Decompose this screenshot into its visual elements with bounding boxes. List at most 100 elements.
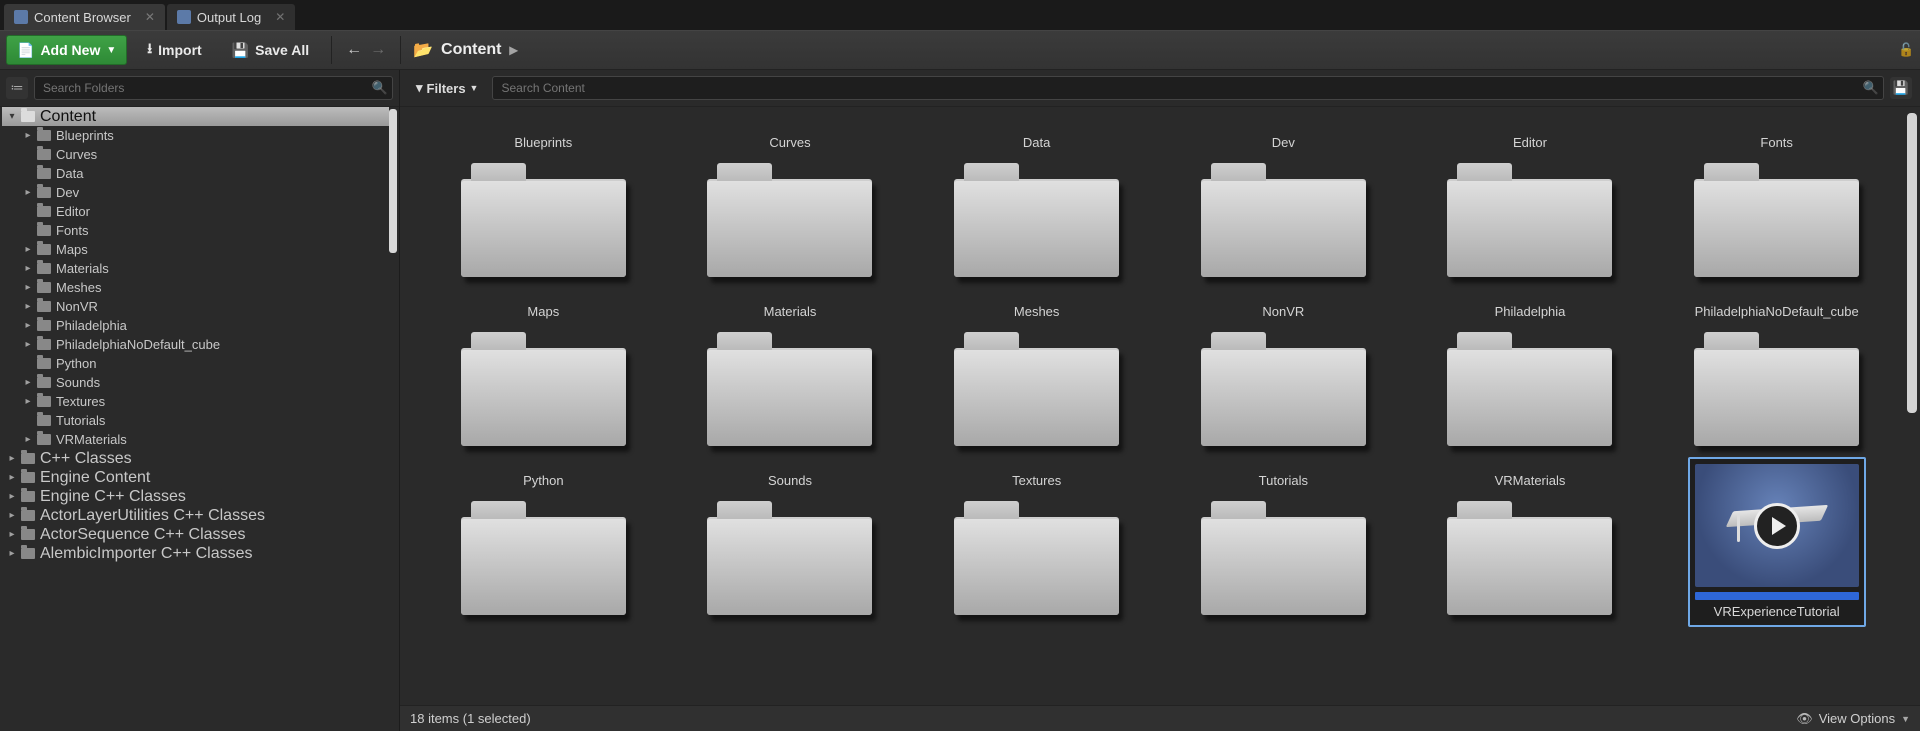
breadcrumb: 📂 Content ▸ bbox=[413, 40, 517, 60]
tree-item-label: Materials bbox=[56, 261, 109, 276]
folder-icon bbox=[37, 206, 51, 217]
tree-item-content[interactable]: ▾ Content bbox=[2, 107, 389, 126]
folder-tile-curves[interactable]: Curves bbox=[667, 113, 914, 282]
chevron-right-icon[interactable]: ▸ bbox=[22, 244, 34, 255]
folder-tile-fonts[interactable]: Fonts bbox=[1653, 113, 1900, 282]
close-icon[interactable]: ✕ bbox=[145, 10, 155, 24]
folder-tile-philadelphia[interactable]: Philadelphia bbox=[1407, 282, 1654, 451]
chevron-right-icon[interactable]: ▸ bbox=[6, 472, 18, 483]
tree-item-data[interactable]: Data bbox=[2, 164, 389, 183]
chevron-right-icon[interactable]: ▸ bbox=[22, 282, 34, 293]
tab-content-browser[interactable]: Content Browser ✕ bbox=[4, 4, 165, 30]
folder-tile-python[interactable]: Python bbox=[420, 451, 667, 629]
asset-type-strip bbox=[1695, 592, 1859, 600]
folder-icon bbox=[37, 434, 51, 445]
chevron-right-icon[interactable]: ▸ bbox=[6, 491, 18, 502]
chevron-right-icon[interactable]: ▸ bbox=[6, 548, 18, 559]
save-all-button[interactable]: 💾 Save All bbox=[222, 35, 319, 65]
search-content-input[interactable] bbox=[492, 76, 1884, 100]
folder-icon bbox=[21, 472, 35, 483]
toolbar: 📄 Add New ▼ ⭳ Import 💾 Save All ← → 📂 Co… bbox=[0, 30, 1920, 70]
tree-item-engine-c-classes[interactable]: ▸ Engine C++ Classes bbox=[2, 487, 389, 506]
tab-output-log[interactable]: Output Log ✕ bbox=[167, 4, 295, 30]
folder-tile-dev[interactable]: Dev bbox=[1160, 113, 1407, 282]
chevron-right-icon[interactable]: ▸ bbox=[22, 130, 34, 141]
tree-item-label: Textures bbox=[56, 394, 105, 409]
folder-tile-nonvr[interactable]: NonVR bbox=[1160, 282, 1407, 451]
chevron-right-icon[interactable]: ▸ bbox=[22, 263, 34, 274]
chevron-right-icon[interactable]: ▸ bbox=[6, 529, 18, 540]
tree-item-nonvr[interactable]: ▸ NonVR bbox=[2, 297, 389, 316]
folder-tile-data[interactable]: Data bbox=[913, 113, 1160, 282]
tree-item-sounds[interactable]: ▸ Sounds bbox=[2, 373, 389, 392]
folder-tile-blueprints[interactable]: Blueprints bbox=[420, 113, 667, 282]
add-new-button[interactable]: 📄 Add New ▼ bbox=[6, 35, 127, 65]
history-forward-button[interactable]: → bbox=[368, 40, 388, 60]
scrollbar-thumb[interactable] bbox=[389, 109, 397, 253]
chevron-right-icon[interactable]: ▸ bbox=[6, 453, 18, 464]
folder-tile-sounds[interactable]: Sounds bbox=[667, 451, 914, 629]
chevron-right-icon[interactable]: ▸ bbox=[22, 339, 34, 350]
folder-tile-materials[interactable]: Materials bbox=[667, 282, 914, 451]
tree-item-fonts[interactable]: Fonts bbox=[2, 221, 389, 240]
tile-label: Python bbox=[523, 457, 563, 489]
chevron-right-icon[interactable]: ▸ bbox=[22, 434, 34, 445]
tree-item-maps[interactable]: ▸ Maps bbox=[2, 240, 389, 259]
tree-item-materials[interactable]: ▸ Materials bbox=[2, 259, 389, 278]
chevron-down-icon[interactable]: ▾ bbox=[6, 111, 18, 122]
folder-tile-editor[interactable]: Editor bbox=[1407, 113, 1654, 282]
tree-item-philadelphianodefault-cube[interactable]: ▸ PhiladelphiaNoDefault_cube bbox=[2, 335, 389, 354]
asset-tile-vrexperiencetutorial[interactable]: VRExperienceTutorial bbox=[1653, 451, 1900, 629]
tree-item-label: Dev bbox=[56, 185, 79, 200]
chevron-right-icon[interactable]: ▸ bbox=[22, 377, 34, 388]
chevron-right-icon[interactable]: ▸ bbox=[6, 510, 18, 521]
tree-item-vrmaterials[interactable]: ▸ VRMaterials bbox=[2, 430, 389, 449]
filters-button[interactable]: ▾ Filters ▼ bbox=[408, 77, 486, 99]
tree-item-philadelphia[interactable]: ▸ Philadelphia bbox=[2, 316, 389, 335]
tree-item-alembicimporter-c-classes[interactable]: ▸ AlembicImporter C++ Classes bbox=[2, 544, 389, 563]
tree-item-dev[interactable]: ▸ Dev bbox=[2, 183, 389, 202]
tree-item-label: NonVR bbox=[56, 299, 98, 314]
tile-label: Curves bbox=[769, 119, 810, 151]
chevron-right-icon[interactable]: ▸ bbox=[22, 320, 34, 331]
scrollbar-thumb[interactable] bbox=[1907, 113, 1917, 413]
view-options-button[interactable]: 👁 View Options ▼ bbox=[1796, 711, 1910, 727]
chevron-right-icon[interactable]: ▸ bbox=[22, 301, 34, 312]
lock-icon[interactable]: 🔓 bbox=[1898, 42, 1914, 58]
tree-item-label: Tutorials bbox=[56, 413, 105, 428]
chevron-down-icon: ▼ bbox=[106, 45, 116, 56]
folder-tile-maps[interactable]: Maps bbox=[420, 282, 667, 451]
tree-item-python[interactable]: Python bbox=[2, 354, 389, 373]
search-folders-input[interactable] bbox=[34, 76, 393, 100]
tree-item-actorlayerutilities-c-classes[interactable]: ▸ ActorLayerUtilities C++ Classes bbox=[2, 506, 389, 525]
tree-item-textures[interactable]: ▸ Textures bbox=[2, 392, 389, 411]
folder-tile-tutorials[interactable]: Tutorials bbox=[1160, 451, 1407, 629]
tree-item-label: Maps bbox=[56, 242, 88, 257]
folder-tile-textures[interactable]: Textures bbox=[913, 451, 1160, 629]
folder-tile-meshes[interactable]: Meshes bbox=[913, 282, 1160, 451]
import-button[interactable]: ⭳ Import bbox=[137, 35, 211, 65]
close-icon[interactable]: ✕ bbox=[275, 10, 285, 24]
tree-item-label: Content bbox=[40, 108, 96, 126]
chevron-right-icon[interactable]: ▸ bbox=[509, 40, 517, 60]
folder-tile-vrmaterials[interactable]: VRMaterials bbox=[1407, 451, 1654, 629]
chevron-right-icon[interactable]: ▸ bbox=[22, 396, 34, 407]
sources-toggle-button[interactable]: ≔ bbox=[6, 77, 28, 99]
breadcrumb-root[interactable]: Content bbox=[441, 41, 501, 59]
folder-tile-philadelphianodefault-cube[interactable]: PhiladelphiaNoDefault_cube bbox=[1653, 282, 1900, 451]
tree-item-editor[interactable]: Editor bbox=[2, 202, 389, 221]
chevron-down-icon: ▼ bbox=[470, 83, 479, 93]
tile-label: Data bbox=[1023, 119, 1050, 151]
chevron-right-icon[interactable]: ▸ bbox=[22, 187, 34, 198]
save-search-button[interactable]: 💾 bbox=[1890, 77, 1912, 99]
tree-item-curves[interactable]: Curves bbox=[2, 145, 389, 164]
history-back-button[interactable]: ← bbox=[344, 40, 364, 60]
tree-item-blueprints[interactable]: ▸ Blueprints bbox=[2, 126, 389, 145]
tree-item-c-classes[interactable]: ▸ C++ Classes bbox=[2, 449, 389, 468]
tree-item-meshes[interactable]: ▸ Meshes bbox=[2, 278, 389, 297]
eye-icon: 👁 bbox=[1796, 711, 1813, 727]
tree-item-label: ActorLayerUtilities C++ Classes bbox=[40, 507, 265, 525]
tree-item-actorsequence-c-classes[interactable]: ▸ ActorSequence C++ Classes bbox=[2, 525, 389, 544]
tree-item-tutorials[interactable]: Tutorials bbox=[2, 411, 389, 430]
tree-item-engine-content[interactable]: ▸ Engine Content bbox=[2, 468, 389, 487]
